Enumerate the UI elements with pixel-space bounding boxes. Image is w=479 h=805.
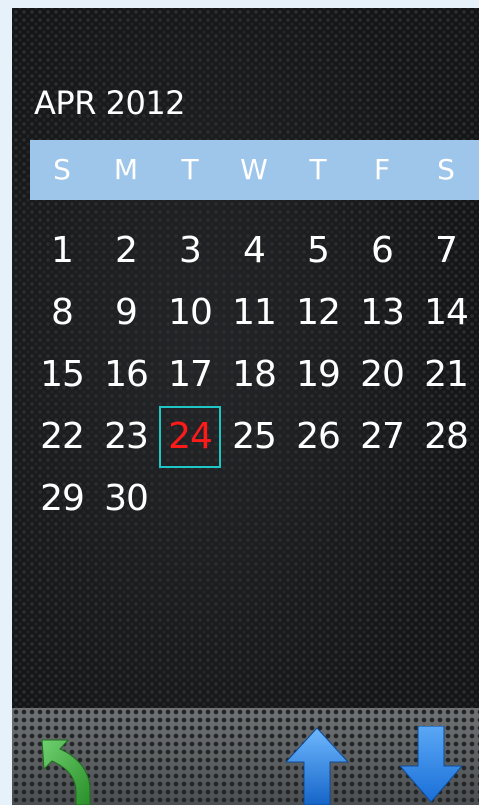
back-button[interactable] <box>38 736 98 805</box>
calendar-day[interactable]: 11 <box>222 282 286 344</box>
calendar-day-empty <box>414 468 478 530</box>
calendar-day[interactable]: 10 <box>158 282 222 344</box>
calendar-day[interactable]: 30 <box>94 468 158 530</box>
calendar-day[interactable]: 14 <box>414 282 478 344</box>
calendar-day[interactable]: 8 <box>30 282 94 344</box>
weekday-saturday: S <box>437 153 455 186</box>
calendar-day[interactable]: 28 <box>414 406 478 468</box>
calendar-day-empty <box>350 468 414 530</box>
calendar-screen: APR 2012 S M T W T F S 1 2 3 4 5 6 7 8 9 <box>12 8 479 805</box>
calendar-week: 29 30 <box>30 468 479 530</box>
calendar-grid: 1 2 3 4 5 6 7 8 9 10 11 12 13 14 15 16 1… <box>30 220 479 530</box>
calendar-day[interactable]: 21 <box>414 344 478 406</box>
calendar-day-empty <box>222 468 286 530</box>
weekday-monday: M <box>113 153 139 186</box>
calendar-day[interactable]: 15 <box>30 344 94 406</box>
calendar-day[interactable]: 6 <box>350 220 414 282</box>
calendar-day[interactable]: 29 <box>30 468 94 530</box>
calendar-day[interactable]: 12 <box>286 282 350 344</box>
calendar-day[interactable]: 16 <box>94 344 158 406</box>
calendar-week: 15 16 17 18 19 20 21 <box>30 344 479 406</box>
calendar-day[interactable]: 26 <box>286 406 350 468</box>
calendar-day[interactable]: 5 <box>286 220 350 282</box>
calendar-day[interactable]: 23 <box>94 406 158 468</box>
calendar-day[interactable]: 1 <box>30 220 94 282</box>
calendar-day[interactable]: 9 <box>94 282 158 344</box>
calendar-day[interactable]: 7 <box>414 220 478 282</box>
calendar-day-empty <box>158 468 222 530</box>
weekday-header: S M T W T F S <box>30 140 479 200</box>
weekday-wednesday: W <box>240 153 268 186</box>
weekday-thursday: T <box>309 153 327 186</box>
calendar-day[interactable]: 25 <box>222 406 286 468</box>
arrow-down-icon <box>398 725 464 803</box>
calendar-day[interactable]: 20 <box>350 344 414 406</box>
calendar-week: 8 9 10 11 12 13 14 <box>30 282 479 344</box>
scroll-up-button[interactable] <box>284 726 350 805</box>
calendar-day[interactable]: 17 <box>158 344 222 406</box>
calendar-week: 22 23 24 25 26 27 28 <box>30 406 479 468</box>
bottom-toolbar <box>12 708 479 805</box>
weekday-friday: F <box>373 153 391 186</box>
weekday-sunday: S <box>53 153 71 186</box>
month-title: APR 2012 <box>34 84 186 122</box>
app-frame: APR 2012 S M T W T F S 1 2 3 4 5 6 7 8 9 <box>0 0 479 805</box>
calendar-day[interactable]: 13 <box>350 282 414 344</box>
calendar-day-empty <box>286 468 350 530</box>
back-arrow-icon <box>41 739 91 805</box>
calendar-day-today[interactable]: 24 <box>159 406 221 468</box>
calendar-day[interactable]: 27 <box>350 406 414 468</box>
calendar-day[interactable]: 4 <box>222 220 286 282</box>
weekday-tuesday: T <box>181 153 199 186</box>
calendar-day[interactable]: 19 <box>286 344 350 406</box>
calendar-day[interactable]: 18 <box>222 344 286 406</box>
calendar-day[interactable]: 3 <box>158 220 222 282</box>
calendar-week: 1 2 3 4 5 6 7 <box>30 220 479 282</box>
scroll-down-button[interactable] <box>398 725 464 805</box>
calendar-day[interactable]: 2 <box>94 220 158 282</box>
calendar-day[interactable]: 22 <box>30 406 94 468</box>
arrow-up-icon <box>284 727 350 805</box>
